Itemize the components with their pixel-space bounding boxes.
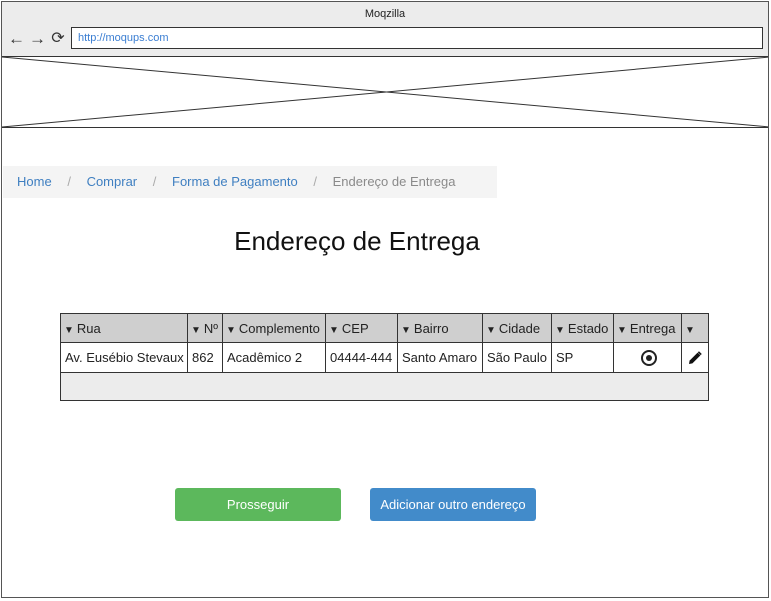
sort-arrow-icon: ▼ bbox=[486, 324, 496, 336]
cell-estado: SP bbox=[551, 342, 614, 373]
column-header-rua[interactable]: ▼ Rua bbox=[60, 313, 188, 343]
browser-toolbar: ← → ⟳ http://moqups.com bbox=[2, 26, 768, 57]
sort-arrow-icon: ▼ bbox=[685, 324, 695, 336]
window-title: Moqzilla bbox=[2, 2, 768, 26]
image-placeholder bbox=[2, 57, 768, 128]
sort-arrow-icon: ▼ bbox=[226, 324, 236, 336]
sort-arrow-icon: ▼ bbox=[64, 324, 74, 336]
page-title: Endereço de Entrega bbox=[234, 226, 480, 256]
radio-selected-icon[interactable] bbox=[640, 349, 657, 366]
cell-rua: Av. Eusébio Stevaux bbox=[60, 342, 188, 373]
empty-cell bbox=[60, 372, 709, 401]
cell-cidade: São Paulo bbox=[482, 342, 552, 373]
cell-complemento: Acadêmico 2 bbox=[222, 342, 326, 373]
column-header-cidade[interactable]: ▼ Cidade bbox=[482, 313, 552, 343]
column-header-cep[interactable]: ▼ CEP bbox=[325, 313, 398, 343]
column-header-numero[interactable]: ▼ Nº bbox=[187, 313, 223, 343]
column-header-complemento[interactable]: ▼ Complemento bbox=[222, 313, 326, 343]
sort-arrow-icon: ▼ bbox=[329, 324, 339, 336]
breadcrumb-comprar[interactable]: Comprar bbox=[87, 174, 138, 189]
table-header-row: ▼ Rua ▼ Nº ▼ Complemento ▼ CEP ▼ Bairro ▼ Cida… bbox=[60, 313, 709, 343]
cell-actions bbox=[681, 342, 709, 373]
table-row: Av. Eusébio Stevaux 862 Acadêmico 2 0444… bbox=[60, 342, 709, 373]
cell-cep: 04444-444 bbox=[325, 342, 398, 373]
reload-icon[interactable]: ⟳ bbox=[50, 30, 66, 48]
cell-entrega bbox=[613, 342, 682, 373]
cell-bairro: Santo Amaro bbox=[397, 342, 483, 373]
sort-arrow-icon: ▼ bbox=[401, 324, 411, 336]
sort-arrow-icon: ▼ bbox=[191, 324, 201, 336]
column-header-bairro[interactable]: ▼ Bairro bbox=[397, 313, 483, 343]
forward-arrow-icon[interactable]: → bbox=[29, 30, 46, 48]
address-bar[interactable]: http://moqups.com bbox=[71, 27, 763, 49]
add-address-button[interactable]: Adicionar outro endereço bbox=[370, 488, 536, 521]
breadcrumb: Home / Comprar / Forma de Pagamento / En… bbox=[3, 166, 497, 198]
address-table: ▼ Rua ▼ Nº ▼ Complemento ▼ CEP ▼ Bairro ▼ Cida… bbox=[60, 313, 709, 401]
browser-window: Moqzilla ← → ⟳ http://moqups.com Home / … bbox=[1, 1, 769, 598]
column-header-entrega[interactable]: ▼ Entrega bbox=[613, 313, 682, 343]
breadcrumb-separator: / bbox=[67, 174, 71, 189]
column-header-estado[interactable]: ▼ Estado bbox=[551, 313, 614, 343]
breadcrumb-current: Endereço de Entrega bbox=[332, 174, 456, 189]
column-header-actions[interactable]: ▼ bbox=[681, 313, 709, 343]
cell-numero: 862 bbox=[187, 342, 223, 373]
table-row-empty bbox=[60, 372, 709, 401]
sort-arrow-icon: ▼ bbox=[555, 324, 565, 336]
back-arrow-icon[interactable]: ← bbox=[8, 30, 25, 48]
breadcrumb-separator: / bbox=[313, 174, 317, 189]
pencil-icon[interactable] bbox=[688, 351, 702, 365]
breadcrumb-separator: / bbox=[152, 174, 157, 189]
breadcrumb-home[interactable]: Home bbox=[17, 174, 52, 189]
image-placeholder-cross bbox=[2, 57, 768, 127]
proceed-button[interactable]: Prosseguir bbox=[175, 488, 341, 521]
sort-arrow-icon: ▼ bbox=[617, 324, 627, 336]
breadcrumb-forma-de-pagamento[interactable]: Forma de Pagamento bbox=[172, 174, 298, 189]
